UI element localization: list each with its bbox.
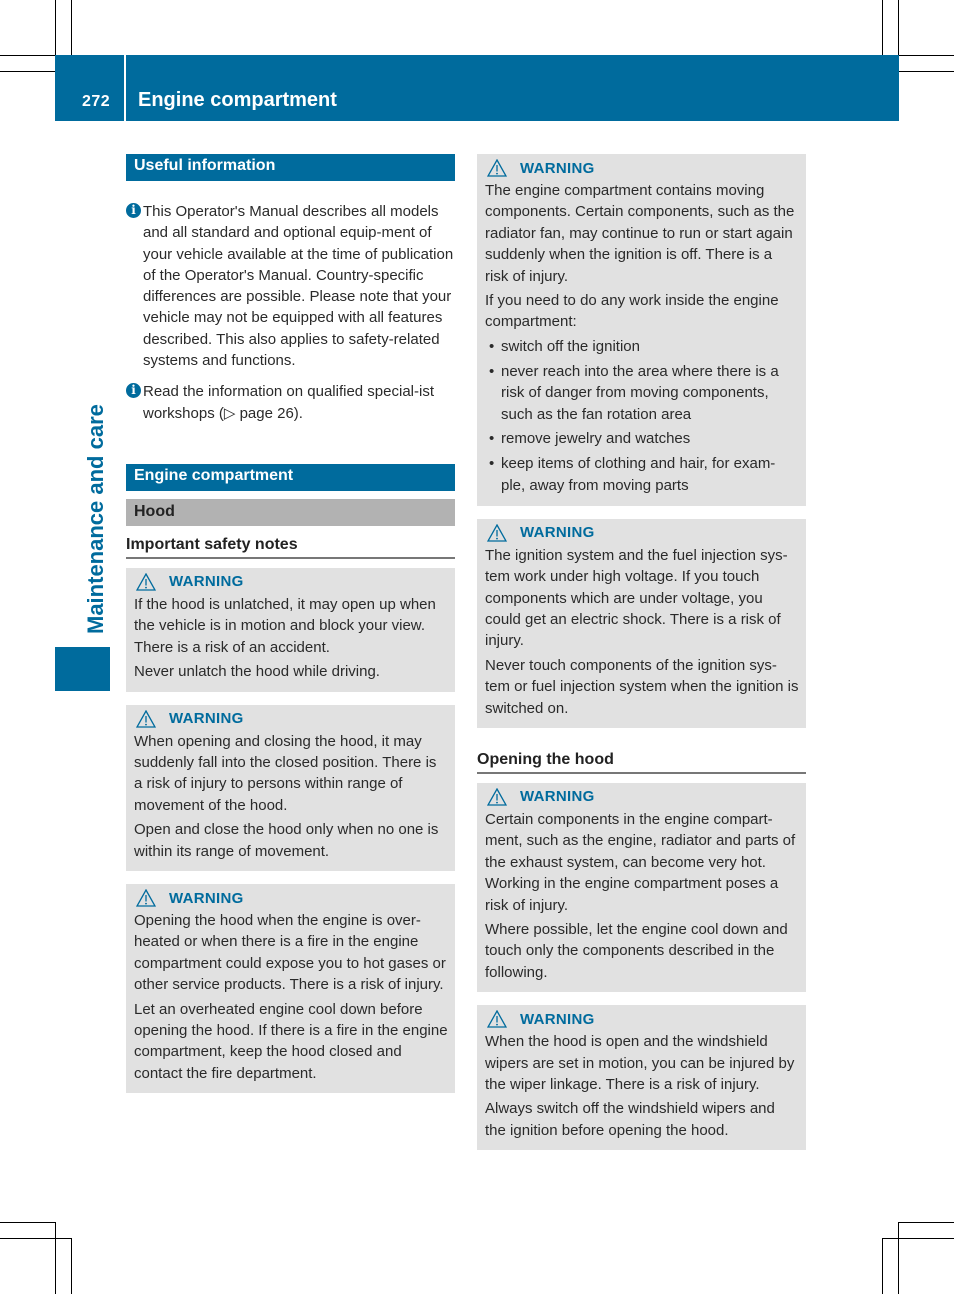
page-number: 272 bbox=[82, 93, 111, 110]
crop-mark bbox=[0, 55, 55, 56]
section-heading-useful-information: Useful information bbox=[126, 154, 455, 181]
warning-text: Where possible, let the engine cool down… bbox=[485, 920, 788, 981]
warning-title: WARNING bbox=[520, 524, 595, 542]
crop-mark bbox=[0, 1222, 55, 1223]
info-icon: i bbox=[126, 203, 141, 218]
warning-box: WARNING Certain components in the engine… bbox=[477, 782, 806, 993]
crop-mark bbox=[882, 1238, 954, 1239]
heading-opening-the-hood: Opening the hood bbox=[477, 750, 806, 774]
warning-text: If you need to do any work inside the en… bbox=[485, 292, 779, 331]
info-note: i This Operator's Manual describes all m… bbox=[126, 201, 455, 371]
header-divider bbox=[124, 55, 126, 121]
warning-title: WARNING bbox=[169, 573, 244, 591]
heading-important-safety-notes: Important safety notes bbox=[126, 535, 455, 559]
warning-title: WARNING bbox=[520, 159, 595, 177]
warning-text: Never touch components of the ignition s… bbox=[485, 656, 799, 717]
subsection-heading-hood: Hood bbox=[126, 498, 455, 526]
chapter-tab-label: Maintenance and care bbox=[83, 404, 108, 634]
bullet-item: switch off the ignition bbox=[485, 336, 799, 358]
crop-mark bbox=[899, 71, 954, 72]
right-column: WARNING The engine compartment contains … bbox=[477, 154, 806, 1151]
warning-box: WARNING When the hood is open and the wi… bbox=[477, 1005, 806, 1151]
info-note-text: This Operator's Manual describes all mod… bbox=[143, 203, 454, 370]
crop-mark bbox=[55, 1222, 56, 1294]
warning-triangle-icon bbox=[487, 1010, 507, 1028]
warning-text: The engine compartment contains moving c… bbox=[485, 182, 795, 285]
crop-mark bbox=[899, 1222, 954, 1223]
crop-mark bbox=[0, 71, 55, 72]
chapter-tab-marker bbox=[55, 647, 110, 691]
warning-triangle-icon bbox=[487, 787, 507, 806]
crop-mark bbox=[71, 0, 72, 55]
warning-box: WARNING If the hood is unlatched, it may… bbox=[126, 567, 455, 692]
crop-mark bbox=[882, 0, 883, 55]
warning-triangle-icon bbox=[136, 709, 156, 728]
warning-bullet-list: switch off the ignition never reach into… bbox=[485, 336, 799, 496]
warning-triangle-icon bbox=[136, 572, 156, 591]
warning-title: WARNING bbox=[520, 1010, 595, 1028]
crop-mark bbox=[898, 1222, 899, 1294]
crop-mark bbox=[55, 0, 56, 55]
warning-title: WARNING bbox=[169, 710, 244, 728]
warning-box: WARNING Opening the hood when the engine… bbox=[126, 884, 455, 1094]
section-heading-engine-compartment: Engine compartment bbox=[126, 463, 455, 491]
warning-text: If the hood is unlatched, it may open up… bbox=[134, 595, 436, 656]
warning-triangle-icon bbox=[136, 889, 156, 907]
warning-title: WARNING bbox=[520, 788, 595, 806]
warning-box: WARNING When opening and closing the hoo… bbox=[126, 704, 455, 872]
warning-title: WARNING bbox=[169, 889, 244, 907]
left-column: Useful information i This Operator's Man… bbox=[126, 154, 455, 1094]
warning-text: Always switch off the windshield wipers … bbox=[485, 1100, 775, 1139]
warning-text: Opening the hood when the engine is over… bbox=[134, 912, 446, 994]
warning-text: When the hood is open and the windshield… bbox=[485, 1033, 795, 1093]
warning-text: Never unlatch the hood while driving. bbox=[134, 663, 380, 681]
info-icon: i bbox=[126, 383, 141, 399]
bullet-item: never reach into the area where there is… bbox=[485, 361, 799, 425]
warning-text: Let an overheated engine cool down befor… bbox=[134, 1000, 448, 1082]
warning-text: Open and close the hood only when no one… bbox=[134, 821, 439, 860]
bullet-item: keep items of clothing and hair, for exa… bbox=[485, 453, 799, 496]
crop-mark bbox=[899, 55, 954, 56]
bullet-item: remove jewelry and watches bbox=[485, 428, 799, 450]
warning-text: When opening and closing the hood, it ma… bbox=[134, 732, 437, 814]
warning-triangle-icon bbox=[487, 523, 507, 542]
crop-mark bbox=[0, 1238, 71, 1239]
crop-mark bbox=[71, 1238, 72, 1294]
info-note: i Read the information on qualified spec… bbox=[126, 381, 455, 424]
warning-box: WARNING The engine compartment contains … bbox=[477, 154, 806, 506]
warning-triangle-icon bbox=[487, 159, 507, 177]
info-note-text[interactable]: Read the information on qualified specia… bbox=[143, 383, 434, 421]
crop-mark bbox=[882, 1238, 883, 1294]
warning-box: WARNING The ignition system and the fuel… bbox=[477, 518, 806, 728]
warning-text: Certain components in the engine compart… bbox=[485, 810, 796, 914]
warning-text: The ignition system and the fuel injecti… bbox=[485, 546, 788, 650]
page-title: Engine compartment bbox=[138, 89, 337, 111]
